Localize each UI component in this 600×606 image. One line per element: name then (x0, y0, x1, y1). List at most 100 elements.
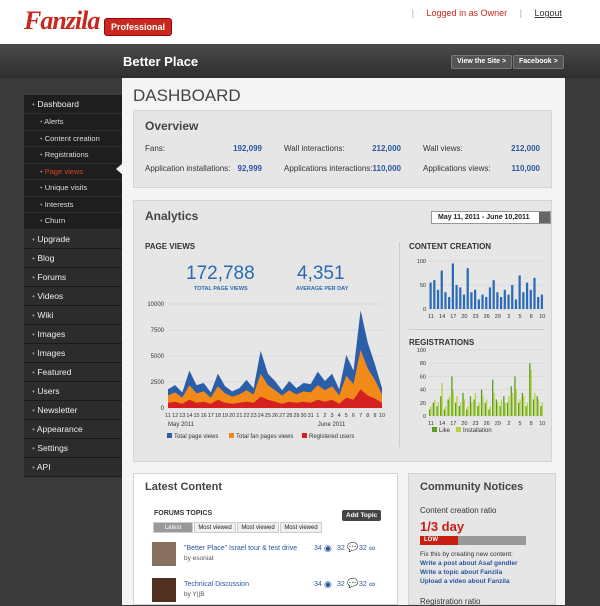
x-tick-label: 21 (236, 413, 242, 419)
x-tick-label: 5 (519, 421, 522, 427)
topic-link[interactable]: "Better Place" Israel tour & test drive (184, 545, 297, 552)
date-range-value: May 11, 2011 - June 10,2011 (438, 214, 530, 221)
sidebar-sub-churn[interactable]: Churn (24, 213, 122, 230)
bar (455, 285, 458, 309)
ratio-low-indicator: LOW (420, 536, 458, 545)
x-tick-label: 13 (179, 413, 185, 419)
bar (477, 406, 479, 416)
comment-icon: 💬 (347, 578, 359, 588)
ratio-meter: LOW (420, 536, 526, 545)
bar (489, 406, 491, 416)
sidebar-sub-page-views[interactable]: Page views (24, 164, 122, 180)
bar (541, 402, 543, 416)
bar (432, 402, 435, 416)
ratio-label: Content creation ratio (420, 506, 497, 515)
x-tick-label: 23 (472, 314, 478, 320)
tab-most-viewed-3[interactable]: Most viewed (280, 522, 322, 533)
x-tick-label: 16 (201, 413, 207, 419)
bar (466, 268, 469, 309)
date-range-picker[interactable]: May 11, 2011 - June 10,2011 (431, 211, 551, 224)
professional-badge: Professional (104, 18, 173, 36)
sidebar-item-api[interactable]: API (24, 457, 122, 477)
bar (493, 392, 495, 416)
bar (451, 376, 453, 416)
sidebar-sub-content-creation[interactable]: Content creation (24, 131, 122, 147)
bar (470, 292, 473, 309)
sidebar-item-videos[interactable]: Videos (24, 286, 122, 306)
sidebar-sub-registrations[interactable]: Registrations (24, 147, 122, 164)
fanzila-logo[interactable]: Fanzila (24, 6, 100, 36)
x-tick-label: 23 (251, 413, 257, 419)
bar (459, 402, 462, 416)
y-tick-label: 0 (423, 414, 426, 420)
logout-link[interactable]: Logout (534, 8, 562, 18)
total-page-views-value: 172,788 (186, 263, 255, 284)
x-tick-label: 2 (507, 421, 510, 427)
stat-value: 110,000 (372, 164, 401, 173)
x-tick-label: 22 (243, 413, 249, 419)
logged-in-link[interactable]: Logged in as Owner (427, 8, 508, 18)
avatar[interactable] (152, 578, 176, 602)
x-tick-label: 4 (338, 413, 341, 419)
add-topic-button[interactable]: Add Topic (342, 510, 382, 521)
sidebar-sub-alerts[interactable]: Alerts (24, 114, 122, 131)
legend-like: Like (432, 427, 450, 434)
sidebar-item-newsletter[interactable]: Newsletter (24, 400, 122, 420)
tab-latest[interactable]: Latest (153, 522, 193, 533)
bar (514, 376, 516, 416)
bar (481, 294, 484, 309)
bar (436, 406, 438, 416)
sidebar-item-images-2[interactable]: Images (24, 343, 122, 363)
sidebar-item-dashboard[interactable]: Dashboard (24, 95, 122, 114)
sidebar-sub-unique-visits[interactable]: Unique visits (24, 180, 122, 197)
bar (518, 275, 521, 309)
tab-most-viewed-2[interactable]: Most viewed (237, 522, 279, 533)
bar (525, 282, 529, 309)
y-tick-label: 20 (420, 401, 426, 407)
avatar[interactable] (152, 542, 176, 566)
divider (399, 242, 400, 447)
sidebar-item-images[interactable]: Images (24, 324, 122, 344)
sidebar-sub-interests[interactable]: Interests (24, 197, 122, 213)
sidebar-item-wiki[interactable]: Wiki (24, 305, 122, 325)
topic-link[interactable]: Technical Discussion (184, 581, 249, 588)
sidebar-item-settings[interactable]: Settings (24, 438, 122, 458)
calendar-dropdown-icon[interactable] (539, 212, 550, 223)
y-tick-label: 5000 (151, 354, 165, 360)
x-tick-label: 9 (373, 413, 376, 419)
write-post-link[interactable]: Write a post about Asaf gendler (420, 560, 518, 567)
bar (485, 399, 488, 416)
bar (429, 409, 431, 416)
x-tick-label: 19 (222, 413, 228, 419)
view-site-button[interactable]: View the Site > (451, 55, 513, 69)
bar (473, 399, 475, 416)
bar (456, 396, 458, 416)
tab-most-viewed[interactable]: Most viewed (194, 522, 236, 533)
sidebar-item-featured[interactable]: Featured (24, 362, 122, 382)
bar (478, 402, 480, 416)
fix-hint: Fix this by creating new content: (420, 551, 513, 558)
x-tick-label: 2 (507, 314, 510, 320)
separator: | (519, 8, 522, 18)
x-month-label: June 2011 (318, 422, 346, 428)
bar (441, 383, 443, 416)
facebook-button[interactable]: Facebook > (513, 55, 564, 69)
write-topic-link[interactable]: Write a topic about Fanzila (420, 569, 502, 576)
bar (495, 399, 498, 416)
sidebar-item-upgrade[interactable]: Upgrade (24, 229, 122, 249)
sidebar-item-forums[interactable]: Forums (24, 267, 122, 287)
stat-label: Applications views: (423, 164, 491, 173)
sidebar-item-appearance[interactable]: Appearance (24, 419, 122, 439)
x-tick-label: 10 (539, 314, 545, 320)
bar (451, 263, 454, 309)
shares-count: 32 (359, 545, 367, 552)
bar (515, 389, 517, 416)
stat-label: Wall interactions: (284, 144, 345, 153)
sidebar-item-users[interactable]: Users (24, 381, 122, 401)
y-tick-label: 40 (420, 388, 426, 394)
sidebar-item-blog[interactable]: Blog (24, 248, 122, 268)
upload-video-link[interactable]: Upload a video about Fanzila (420, 578, 510, 585)
community-notices-title: Community Notices (420, 481, 524, 493)
bar (530, 369, 532, 416)
shares-count: 32 (359, 581, 367, 588)
